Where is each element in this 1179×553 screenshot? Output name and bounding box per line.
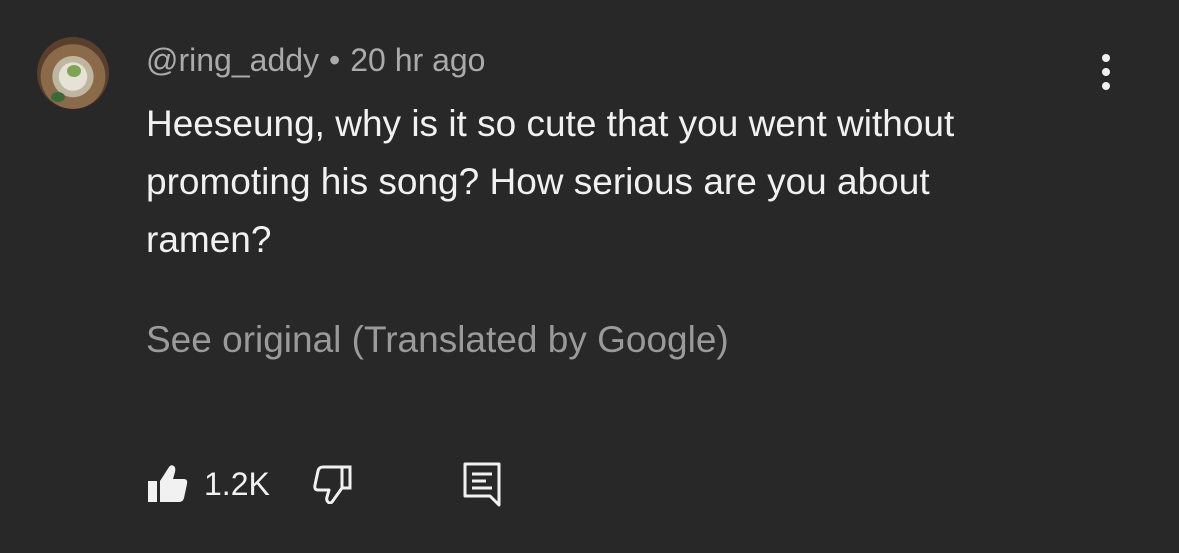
- comment-thread-item: @ring_addy • 20 hr ago Heeseung, why is it…: [0, 0, 1179, 553]
- see-original-link[interactable]: See original (Translated by Google): [146, 315, 729, 365]
- dislike-button[interactable]: [312, 464, 354, 504]
- avatar-image-detail: [51, 91, 65, 102]
- comment-timestamp[interactable]: 20 hr ago: [350, 42, 485, 78]
- reply-button[interactable]: [462, 461, 502, 507]
- comment-header: @ring_addy • 20 hr ago: [146, 40, 485, 80]
- more-vertical-icon: [1102, 54, 1110, 90]
- thumbs-down-icon: [313, 465, 352, 504]
- thumbs-up-icon: [148, 465, 188, 502]
- avatar-image-detail: [67, 65, 81, 77]
- avatar[interactable]: [37, 37, 109, 109]
- reply-comment-icon: [463, 462, 501, 507]
- comment-action-bar: 1.2K: [146, 458, 502, 510]
- meta-separator: •: [329, 42, 341, 78]
- comment-text: Heeseung, why is it so cute that you wen…: [146, 103, 955, 260]
- author-username[interactable]: @ring_addy: [146, 42, 319, 78]
- like-button[interactable]: [146, 464, 188, 504]
- like-count: 1.2K: [204, 466, 270, 502]
- more-options-button[interactable]: [1090, 50, 1122, 94]
